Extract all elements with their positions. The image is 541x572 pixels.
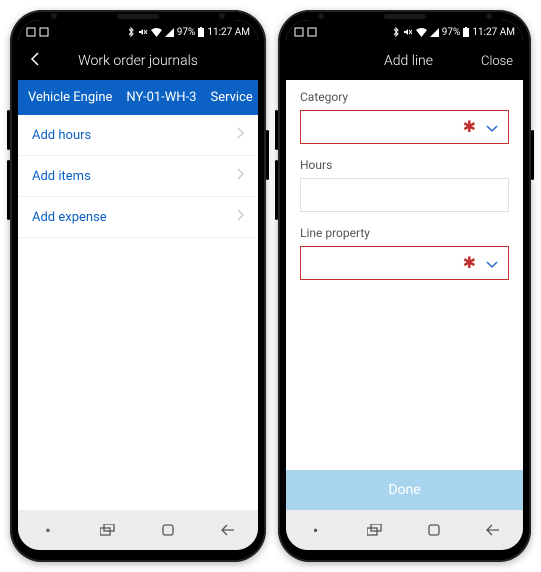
battery-percent: 97% bbox=[442, 27, 461, 38]
clock: 11:27 AM bbox=[207, 27, 250, 38]
list-item-label: Add hours bbox=[32, 128, 91, 143]
chevron-right-icon bbox=[236, 127, 244, 143]
list-item-label: Add items bbox=[32, 169, 91, 184]
close-button[interactable]: Close bbox=[481, 54, 513, 69]
chevron-right-icon bbox=[236, 168, 244, 184]
chevron-down-icon bbox=[486, 118, 498, 137]
chevron-right-icon bbox=[236, 209, 244, 225]
android-nav-bar: • bbox=[18, 510, 258, 550]
recents-nav-button[interactable] bbox=[90, 524, 126, 536]
line-property-dropdown[interactable]: ✱ bbox=[300, 246, 509, 280]
app-header: Work order journals bbox=[18, 42, 258, 80]
menu-nav-button[interactable]: • bbox=[298, 521, 334, 540]
app-header: Add line Close bbox=[286, 42, 523, 80]
android-nav-bar: • bbox=[286, 510, 523, 550]
journal-actions-list: Add hours Add items Add expense bbox=[18, 115, 258, 510]
add-expense-item[interactable]: Add expense bbox=[18, 197, 258, 238]
mute-icon bbox=[403, 27, 413, 37]
signal-icon bbox=[165, 28, 174, 37]
add-line-form: Category ✱ Hours Line property ✱ bbox=[286, 80, 523, 510]
work-order-type: Service bbox=[210, 90, 252, 105]
wifi-icon bbox=[151, 28, 162, 37]
list-item-label: Add expense bbox=[32, 210, 107, 225]
menu-nav-button[interactable]: • bbox=[30, 521, 66, 540]
done-button[interactable]: Done bbox=[286, 470, 523, 510]
home-nav-button[interactable] bbox=[416, 523, 452, 537]
notification-icon bbox=[26, 27, 36, 37]
required-icon: ✱ bbox=[463, 255, 476, 271]
bluetooth-icon bbox=[127, 27, 135, 37]
chevron-down-icon bbox=[486, 254, 498, 273]
context-bar: Vehicle Engine NY-01-WH-3 Service bbox=[18, 80, 258, 115]
home-nav-button[interactable] bbox=[150, 523, 186, 537]
page-title: Work order journals bbox=[52, 53, 224, 69]
line-property-label: Line property bbox=[300, 226, 509, 240]
signal-icon bbox=[430, 28, 439, 37]
notification-icon bbox=[294, 27, 304, 37]
back-nav-button[interactable] bbox=[210, 524, 246, 536]
hours-label: Hours bbox=[300, 158, 509, 172]
work-order-id: NY-01-WH-3 bbox=[126, 90, 196, 105]
clock: 11:27 AM bbox=[472, 27, 515, 38]
battery-icon bbox=[198, 27, 204, 37]
wifi-icon bbox=[416, 28, 427, 37]
battery-icon bbox=[463, 27, 469, 37]
hours-input[interactable] bbox=[300, 178, 509, 212]
android-status-bar: 97% 11:27 AM bbox=[286, 20, 523, 42]
add-hours-item[interactable]: Add hours bbox=[18, 115, 258, 156]
notification-icon bbox=[39, 27, 49, 37]
category-label: Category bbox=[300, 90, 509, 104]
category-dropdown[interactable]: ✱ bbox=[300, 110, 509, 144]
android-status-bar: 97% 11:27 AM bbox=[18, 20, 258, 42]
add-items-item[interactable]: Add items bbox=[18, 156, 258, 197]
required-icon: ✱ bbox=[463, 119, 476, 135]
bluetooth-icon bbox=[392, 27, 400, 37]
back-nav-button[interactable] bbox=[475, 524, 511, 536]
recents-nav-button[interactable] bbox=[357, 524, 393, 536]
battery-percent: 97% bbox=[177, 27, 196, 38]
back-button[interactable] bbox=[28, 52, 52, 70]
notification-icon bbox=[307, 27, 317, 37]
page-title: Add line bbox=[336, 53, 481, 69]
mute-icon bbox=[138, 27, 148, 37]
asset-name: Vehicle Engine bbox=[28, 90, 112, 105]
